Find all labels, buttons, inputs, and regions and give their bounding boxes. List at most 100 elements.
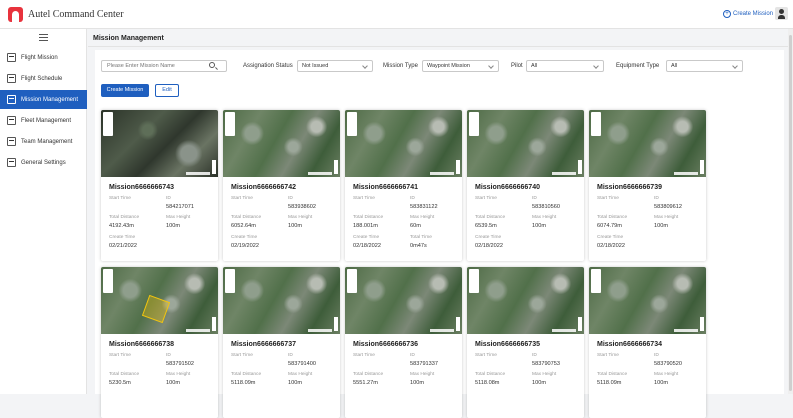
pilot-select[interactable]: All [526,60,604,72]
total-distance-value: 6074.79m [597,223,622,229]
scrollbar[interactable] [788,29,793,394]
total-distance-label: Total Distance [353,372,384,377]
scrollbar-thumb[interactable] [789,35,792,391]
mission-card[interactable]: Mission6666666740 Start Time ID 583810560 To… [467,110,584,261]
mission-type-value: Waypoint Mission [427,63,470,69]
mission-map-thumbnail[interactable] [223,267,340,334]
mission-id: 583791502 [166,361,194,367]
map-zoom-control [456,317,460,331]
mission-panel: Assignation Status Not Issued Mission Ty… [95,50,784,418]
start-time-label: Start Time [597,196,619,201]
page-title: Mission Management [93,35,164,42]
total-distance-value: 5118.09m [597,380,622,386]
mission-map-thumbnail[interactable] [345,110,462,177]
sidebar: Flight Mission Flight Schedule Mission M… [0,29,87,394]
fleet-management-icon [7,116,16,125]
create-time-label: Create Time [475,235,502,240]
top-bar: Autel Command Center + Create Mission [0,0,793,29]
sidebar-item-team-management[interactable]: Team Management [0,132,87,151]
map-info-panel [469,269,479,293]
mission-map-thumbnail[interactable] [589,267,706,334]
total-distance-label: Total Distance [231,372,262,377]
create-time-value: 02/21/2022 [109,243,137,249]
general-settings-icon [7,158,16,167]
max-height-label: Max Height [654,215,679,220]
equipment-type-label: Equipment Type [616,63,660,69]
total-distance-label: Total Distance [475,372,506,377]
create-mission-top-button[interactable]: + Create Mission [723,10,773,18]
mission-id: 583791400 [288,361,316,367]
mission-search-input[interactable] [101,60,227,72]
create-time-value: 02/18/2022 [475,243,503,249]
mission-card[interactable]: Mission6666666734 Start Time ID 583790520 To… [589,267,706,418]
sidebar-item-flight-mission[interactable]: Flight Mission [0,48,87,67]
sidebar-item-label: Flight Mission [21,54,58,61]
mission-card[interactable]: Mission6666666735 Start Time ID 583790753 To… [467,267,584,418]
equipment-type-value: All [671,63,678,69]
divider [88,46,793,47]
chevron-down-icon [362,63,368,69]
create-time-label: Create Time [597,235,624,240]
mission-card[interactable]: Mission6666666742 Start Time ID 583938602 To… [223,110,340,261]
sidebar-item-flight-schedule[interactable]: Flight Schedule [0,69,87,88]
mission-card[interactable]: Mission6666666741 Start Time ID 583831122 To… [345,110,462,261]
start-time-label: Start Time [475,196,497,201]
mission-map-thumbnail[interactable] [467,110,584,177]
mission-card[interactable]: Mission6666666737 Start Time ID 583791400 To… [223,267,340,418]
user-avatar-icon[interactable] [775,7,788,20]
sidebar-item-general-settings[interactable]: General Settings [0,153,87,172]
sidebar-item-mission-management[interactable]: Mission Management [0,90,87,109]
map-zoom-control [578,160,582,174]
max-height-label: Max Height [410,215,435,220]
mission-name: Mission6666666740 [475,184,540,191]
mission-name: Mission6666666739 [597,184,662,191]
mission-card[interactable]: Mission6666666739 Start Time ID 583809612 To… [589,110,706,261]
mission-map-thumbnail[interactable] [101,267,218,334]
mission-map-thumbnail[interactable] [467,267,584,334]
id-label: ID [288,353,293,358]
map-info-panel [103,112,113,136]
map-info-panel [347,112,357,136]
id-label: ID [654,353,659,358]
map-zoom-control [700,317,704,331]
id-label: ID [166,196,171,201]
mission-id: 584217071 [166,204,194,210]
max-height-value: 100m [410,380,424,386]
app-title: Autel Command Center [28,9,124,20]
max-height-label: Max Height [288,372,313,377]
pilot-value: All [531,63,538,69]
mission-map-thumbnail[interactable] [589,110,706,177]
search-icon[interactable] [209,62,215,68]
mission-map-thumbnail[interactable] [345,267,462,334]
mission-map-thumbnail[interactable] [101,110,218,177]
start-time-label: Start Time [597,353,619,358]
equipment-type-select[interactable]: All [666,60,743,72]
create-time-value: 02/18/2022 [597,243,625,249]
chevron-down-icon [732,63,738,69]
mission-management-icon [7,95,16,104]
mission-card[interactable]: Mission6666666736 Start Time ID 583791337 To… [345,267,462,418]
total-distance-label: Total Distance [109,215,140,220]
mission-card[interactable]: Mission6666666743 Start Time ID 584217071 To… [101,110,218,261]
start-time-label: Start Time [109,353,131,358]
map-zoom-control [700,160,704,174]
edit-button[interactable]: Edit [155,84,179,97]
mission-name: Mission6666666736 [353,341,418,348]
menu-toggle-icon[interactable] [39,34,48,41]
mission-name: Mission6666666742 [231,184,296,191]
id-label: ID [532,196,537,201]
map-zoom-control [456,160,460,174]
start-time-label: Start Time [109,196,131,201]
mission-type-select[interactable]: Waypoint Mission [422,60,499,72]
map-zoom-control [212,317,216,331]
id-label: ID [288,196,293,201]
assignation-status-select[interactable]: Not Issued [297,60,373,72]
start-time-label: Start Time [231,353,253,358]
total-distance-value: 5230.5m [109,380,131,386]
create-mission-button[interactable]: Create Mission [101,84,149,97]
map-scale-bar [308,172,332,175]
create-mission-top-label: Create Mission [733,11,774,17]
mission-map-thumbnail[interactable] [223,110,340,177]
sidebar-item-fleet-management[interactable]: Fleet Management [0,111,87,130]
mission-card[interactable]: Mission6666666738 Start Time ID 583791502 To… [101,267,218,418]
